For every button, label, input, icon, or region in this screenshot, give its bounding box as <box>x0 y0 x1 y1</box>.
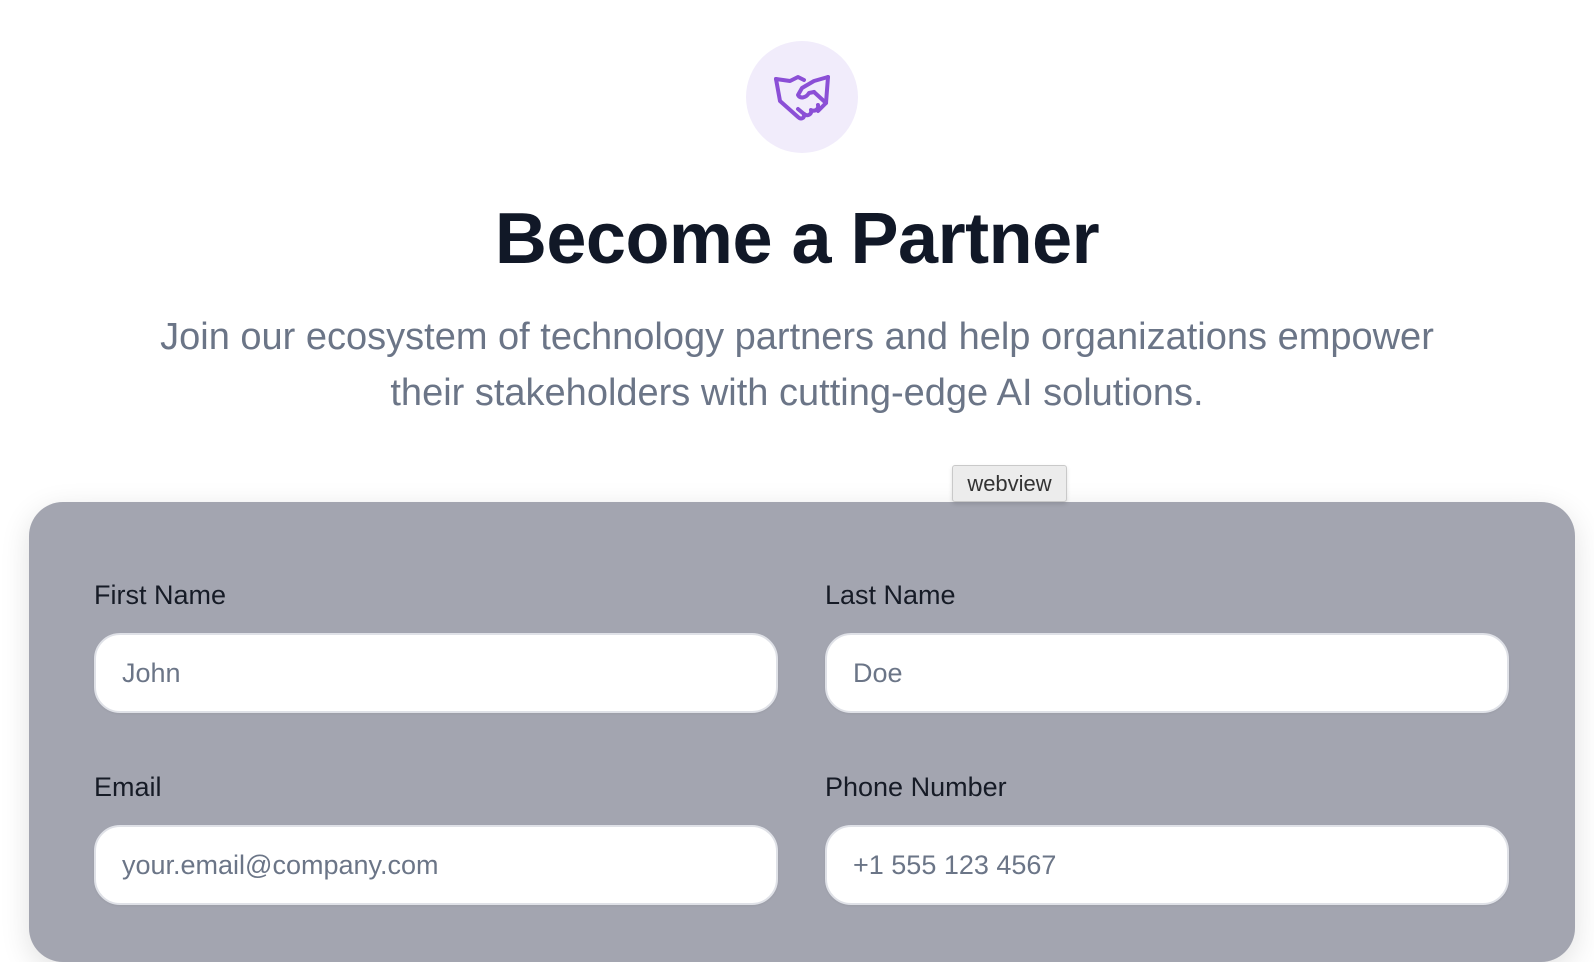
first-name-field: First Name <box>94 578 778 713</box>
page-title: Become a Partner <box>494 199 1100 279</box>
webview-tooltip: webview <box>952 465 1067 502</box>
phone-number-input[interactable] <box>825 825 1509 905</box>
phone-number-label: Phone Number <box>825 772 1007 802</box>
last-name-label: Last Name <box>825 580 956 610</box>
handshake-icon <box>774 75 830 121</box>
last-name-input[interactable] <box>825 633 1509 713</box>
first-name-label: First Name <box>94 580 227 610</box>
hero-icon-badge <box>746 41 858 153</box>
page-subtitle: Join our ecosystem of technology partner… <box>160 316 1434 414</box>
partner-form-card: First Name Last Name Email Phone Number <box>29 502 1575 962</box>
email-field: Email <box>94 770 778 905</box>
last-name-field: Last Name <box>825 578 1509 713</box>
first-name-input[interactable] <box>94 633 778 713</box>
email-label: Email <box>94 772 162 802</box>
email-input[interactable] <box>94 825 778 905</box>
phone-number-field: Phone Number <box>825 770 1509 905</box>
